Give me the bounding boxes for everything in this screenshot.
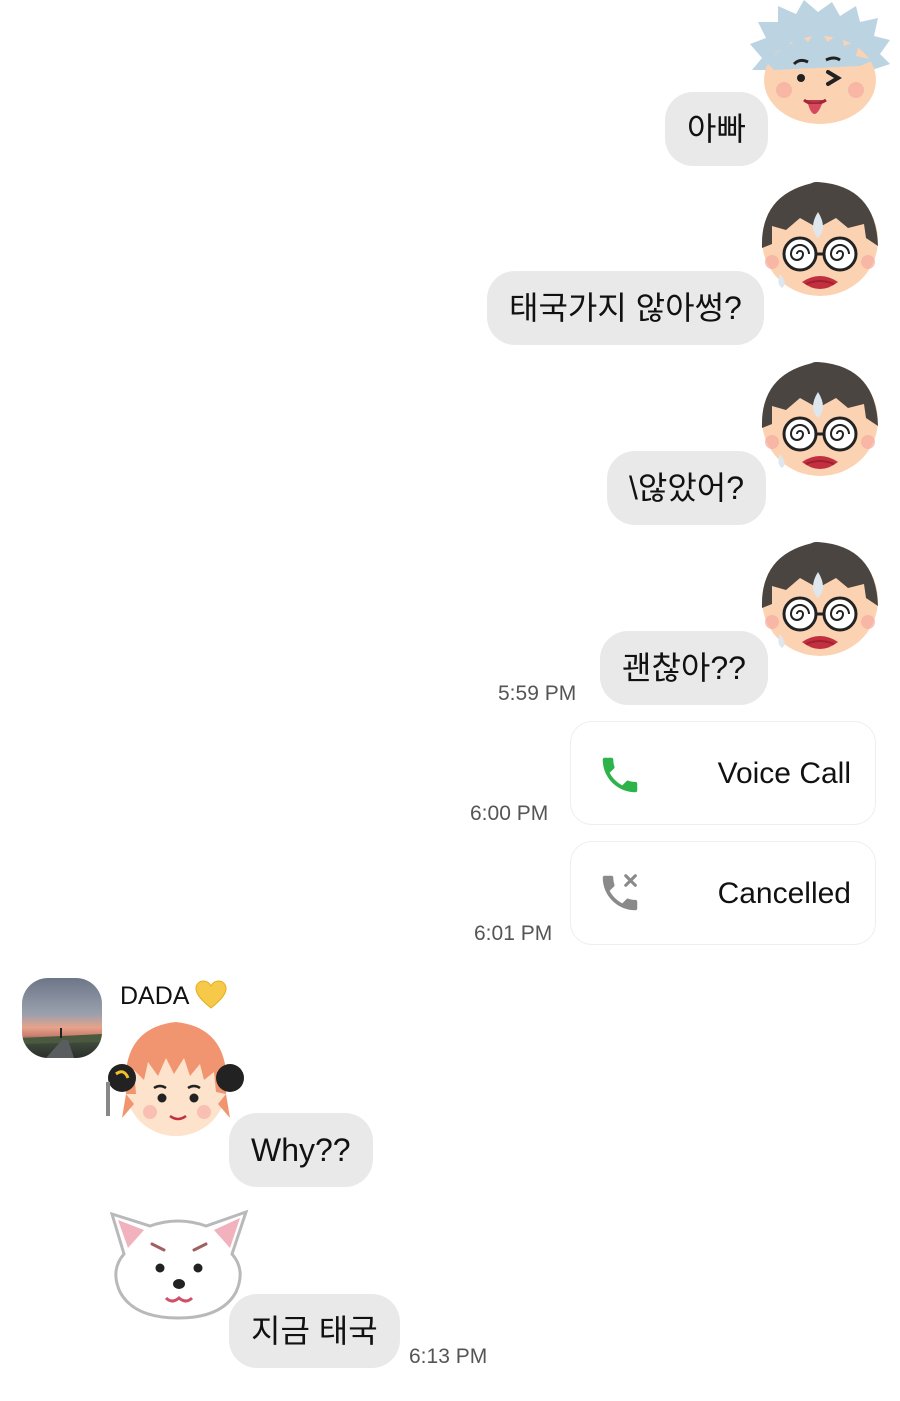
silver-hair-boy-tongue-sticker xyxy=(750,0,890,124)
message-timestamp: 6:13 PM xyxy=(409,1345,488,1368)
dizzy-glasses-boy-sticker xyxy=(761,542,878,656)
cancelled-call-label: Cancelled xyxy=(717,877,851,910)
sent-message: 아빠 xyxy=(665,92,768,166)
sent-message: 태국가지 않아썽? xyxy=(487,271,764,345)
received-message: 지금 태국 xyxy=(229,1294,400,1368)
message-timestamp: 5:59 PM xyxy=(498,682,577,705)
avatar[interactable] xyxy=(22,978,102,1058)
yellow-heart-icon xyxy=(195,980,227,1009)
avatar-photo xyxy=(22,978,102,1058)
voice-call-card[interactable]: Voice Call xyxy=(570,721,876,825)
orange-hair-girl-sticker xyxy=(106,1022,244,1136)
call-timestamp: 6:01 PM xyxy=(474,922,553,945)
sent-message: 괜찮아?? xyxy=(600,631,768,705)
sender-name: DADA xyxy=(120,980,227,1011)
dizzy-glasses-boy-sticker xyxy=(761,362,878,476)
voice-call-label: Voice Call xyxy=(717,757,851,790)
received-message: Why?? xyxy=(229,1113,373,1187)
cancelled-call-card[interactable]: Cancelled xyxy=(570,841,876,945)
sent-message: \않았어? xyxy=(607,451,767,525)
dizzy-glasses-boy-sticker xyxy=(761,182,878,296)
phone-cancelled-icon xyxy=(602,874,638,911)
white-dog-sticker xyxy=(109,1209,249,1320)
sender-name-text: DADA xyxy=(120,982,189,1010)
call-timestamp: 6:00 PM xyxy=(470,802,549,825)
phone-green-icon xyxy=(602,757,638,793)
